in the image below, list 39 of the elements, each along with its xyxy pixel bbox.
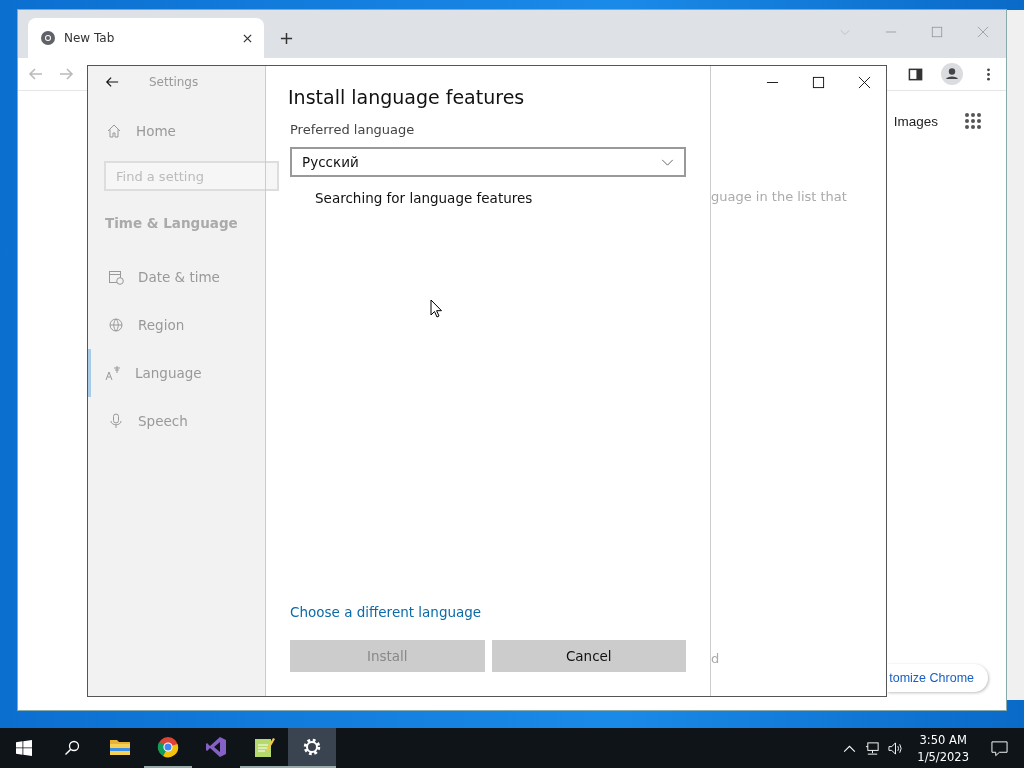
- back-arrow-icon[interactable]: [105, 75, 119, 89]
- browser-logo-icon: [40, 30, 56, 46]
- clock-time: 3:50 AM: [919, 732, 967, 747]
- dialog-title: Install language features: [288, 86, 526, 108]
- search-field[interactable]: Find a setting: [104, 161, 279, 191]
- side-panel-icon[interactable]: [908, 66, 923, 82]
- notification-icon[interactable]: [991, 739, 1008, 757]
- apps-grid-icon[interactable]: [964, 112, 982, 130]
- windows-start-icon[interactable]: [16, 740, 32, 756]
- link-fragment: d: [711, 651, 721, 666]
- profile-icon[interactable]: [941, 63, 963, 85]
- close-icon[interactable]: [858, 76, 871, 89]
- browser-tab[interactable]: New Tab: [28, 18, 264, 58]
- language-icon: [105, 365, 121, 381]
- description-text: guage in the list that: [711, 189, 848, 204]
- field-label: Preferred language: [290, 122, 416, 137]
- globe-icon: [108, 317, 124, 333]
- microphone-icon: [108, 413, 124, 429]
- customize-button[interactable]: tomize Chrome: [887, 664, 988, 692]
- clock-date: 1/5/2023: [917, 749, 969, 764]
- mouse-cursor-icon: [430, 299, 442, 318]
- cancel-button[interactable]: Cancel: [491, 640, 686, 672]
- images-link[interactable]: Images: [893, 113, 938, 129]
- section-heading: Time & Language: [104, 215, 239, 231]
- search-icon[interactable]: [64, 740, 80, 756]
- network-icon[interactable]: [865, 740, 881, 756]
- close-icon[interactable]: [243, 33, 252, 43]
- language-dropdown[interactable]: Русский: [290, 147, 686, 177]
- choose-language-link[interactable]: Choose a different language: [290, 604, 482, 620]
- gear-app-icon[interactable]: [288, 728, 336, 768]
- home-icon: [106, 123, 122, 139]
- new-tab-icon[interactable]: [280, 32, 293, 45]
- status-text: Searching for language features: [315, 190, 534, 206]
- caret-icon: [661, 158, 674, 166]
- clock[interactable]: 3:50 AM 1/5/2023: [917, 732, 969, 764]
- window-title: Settings: [149, 75, 199, 89]
- calendar-clock-icon: [108, 269, 124, 285]
- maximize-icon[interactable]: [812, 76, 825, 89]
- volume-icon[interactable]: [888, 740, 904, 756]
